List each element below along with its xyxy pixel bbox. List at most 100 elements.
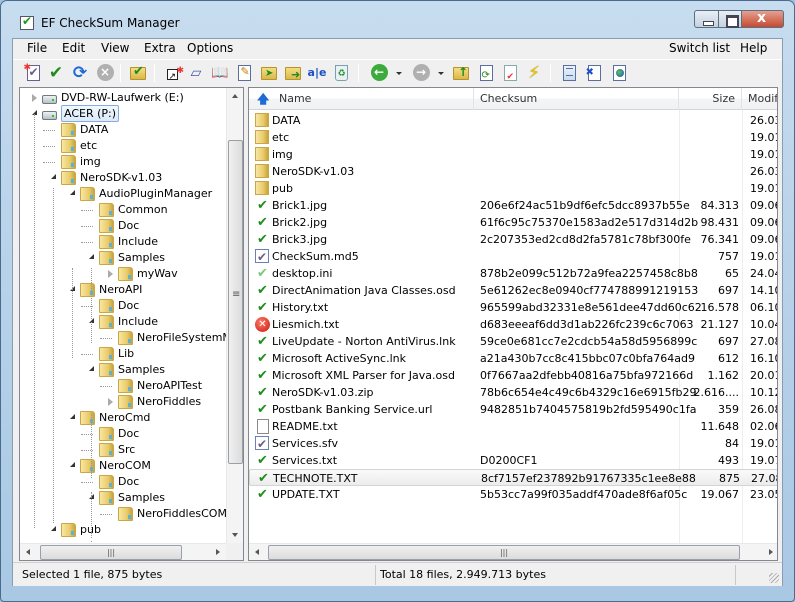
tree-horizontal-scrollbar[interactable]: ||| (20, 543, 226, 560)
file-row[interactable]: ✔CheckSum.md5 757 19.01 (249, 248, 777, 265)
expanded-triangle-icon[interactable] (51, 174, 56, 179)
file-row[interactable]: ✔Services.sfv 84 19.01 (249, 435, 777, 452)
quick-button[interactable]: ⚡ (524, 63, 544, 83)
tree-node[interactable]: Include (20, 234, 226, 250)
menu-options[interactable]: Options (186, 41, 234, 55)
file-row[interactable]: ✔ Brick1.jpg 206e6f24ac51b9df6efc5dcc8937b… (249, 197, 777, 214)
scroll-left-icon[interactable] (255, 549, 259, 555)
back-dropdown[interactable] (396, 72, 402, 75)
resize-grip-icon[interactable] (769, 573, 779, 583)
refresh-button[interactable]: ⟳ (70, 63, 90, 83)
file-row[interactable]: ✔ Microsoft ActiveSync.lnk a21a430b7cc8c41… (249, 350, 777, 367)
tree-node[interactable]: NeroAPI (20, 282, 226, 298)
collapsed-triangle-icon[interactable] (108, 270, 113, 278)
tree-node[interactable]: DVD-RW-Laufwerk (E:) (20, 90, 226, 106)
tree-vscroll-thumb[interactable] (228, 140, 243, 464)
tree-node[interactable]: NeroSDK-v1.03 (20, 170, 226, 186)
expanded-triangle-icon[interactable] (51, 526, 56, 531)
scroll-left-icon[interactable] (26, 549, 30, 555)
tree-node[interactable]: NeroCmd (20, 410, 226, 426)
file-row[interactable]: etc 19.01 (249, 129, 777, 146)
expanded-triangle-icon[interactable] (89, 254, 94, 259)
collapsed-triangle-icon[interactable] (32, 94, 37, 102)
tree-node[interactable]: Samples (20, 490, 226, 506)
maximize-button[interactable] (718, 10, 742, 28)
tree-node[interactable]: ACER (P:) (20, 105, 226, 122)
tree-node[interactable]: DATA (20, 122, 226, 138)
menu-file[interactable]: File (26, 41, 48, 55)
tree-node[interactable]: Include (20, 314, 226, 330)
tree-node[interactable]: NeroFiddlesCOM (20, 506, 227, 522)
expanded-triangle-icon[interactable] (70, 462, 75, 467)
scroll-right-icon[interactable] (769, 549, 773, 555)
file-list[interactable]: 🡅 Name Checksum Size Modif DATA 26.03 etc 1… (248, 87, 778, 561)
tree-node[interactable]: Common (20, 202, 226, 218)
menu-edit[interactable]: Edit (61, 41, 86, 55)
tree-node[interactable]: Lib (20, 346, 226, 362)
tree-node[interactable]: Samples (20, 362, 226, 378)
tree-node[interactable]: NeroFiddles (20, 394, 226, 410)
file-row[interactable]: ✔ NeroSDK-v1.03.zip 78b6c654e4c49c6b4329c1… (249, 384, 777, 401)
new-checksum-file-button[interactable]: ✔ ✱ (23, 63, 43, 83)
scroll-down-icon[interactable] (232, 533, 238, 537)
file-row[interactable]: ✔ Microsoft XML Parser for Java.osd 0f7667… (249, 367, 777, 384)
edit-button[interactable]: ✎ (234, 63, 254, 83)
file-row[interactable]: README.txt 11.648 02.06 (249, 418, 777, 435)
open-book-button[interactable]: 📖 (210, 63, 230, 83)
tree-node[interactable]: NeroFileSystemM... (20, 330, 242, 346)
forward-dropdown[interactable] (438, 72, 444, 75)
column-checksum[interactable]: Checksum (474, 88, 679, 110)
view-text-button[interactable] (559, 63, 579, 83)
column-size[interactable]: Size (679, 88, 742, 110)
expanded-triangle-icon[interactable] (89, 366, 94, 371)
file-row[interactable]: img 19.01 (249, 146, 777, 163)
menu-view[interactable]: View (100, 41, 130, 55)
file-row[interactable]: ✔ Services.txt D0200CF1 493 19.07 (249, 452, 777, 469)
file-row[interactable]: ✔ desktop.ini 878b2e099c512b72a9fea2257458… (249, 265, 777, 282)
expanded-triangle-icon[interactable] (70, 414, 75, 419)
file-row[interactable]: ✔ Brick2.jpg 61f6c95c75370e1583ad2e517d314… (249, 214, 777, 231)
scroll-right-icon[interactable] (216, 549, 220, 555)
menu-extra[interactable]: Extra (143, 41, 177, 55)
recycle-button[interactable]: ♻ (331, 63, 351, 83)
list-horizontal-scrollbar[interactable]: ||| (249, 543, 777, 560)
check-file-button[interactable]: ✔ (500, 63, 520, 83)
verify-folder-button[interactable]: ✔ (128, 63, 148, 83)
close-button[interactable] (741, 10, 784, 28)
copy-to-button[interactable]: ➤ (259, 63, 279, 83)
tree-node[interactable]: AudioPluginManager (20, 186, 226, 202)
tree-node[interactable]: myWav (20, 266, 226, 282)
move-to-button[interactable]: ➜ (283, 63, 303, 83)
tree-vertical-scrollbar[interactable] (226, 88, 243, 543)
tree-node[interactable]: Doc (20, 218, 226, 234)
tree-node[interactable]: etc (20, 138, 226, 154)
file-row[interactable]: ✔ Brick3.jpg 2c207353ed2cd8d2fa5781c78bf30… (249, 231, 777, 248)
tree-node[interactable]: pub (20, 522, 226, 538)
tree-node[interactable]: Src (20, 442, 226, 458)
file-row[interactable]: ✔ LiveUpdate - Norton AntiVirus.lnk 59ce0e… (249, 333, 777, 350)
collapsed-triangle-icon[interactable] (108, 398, 113, 406)
tree-node[interactable]: img (20, 154, 226, 170)
tree-hscroll-thumb[interactable]: ||| (40, 545, 182, 560)
file-row[interactable]: pub 19.01 (249, 180, 777, 197)
column-modified[interactable]: Modif (742, 88, 777, 110)
view-link-button[interactable]: ✖ (584, 63, 604, 83)
refresh-file-button[interactable]: ⟳ (476, 63, 496, 83)
file-row[interactable]: DATA 26.03 (249, 112, 777, 129)
file-row[interactable]: ✔ Postbank Banking Service.url 9482851b740… (249, 401, 777, 418)
folder-tree[interactable]: DVD-RW-Laufwerk (E:) ACER (P:) DATA etc img N… (19, 87, 244, 561)
tree-node[interactable]: Doc (20, 474, 226, 490)
minimize-button[interactable] (694, 10, 719, 28)
tree-node[interactable]: Doc (20, 298, 226, 314)
new-link-button[interactable]: ↗ ✱ (162, 63, 184, 83)
expanded-triangle-icon[interactable] (70, 190, 75, 195)
scroll-up-icon[interactable] (232, 94, 238, 98)
rename-button[interactable]: ▱ (186, 63, 206, 83)
up-folder-button[interactable]: ↑ (451, 63, 471, 83)
tree-node[interactable]: NeroCOM (20, 458, 226, 474)
forward-button[interactable]: → (411, 63, 431, 83)
verify-button[interactable]: ✔ (46, 63, 66, 83)
back-button[interactable]: ← (369, 63, 389, 83)
title-bar[interactable]: EF CheckSum Manager (1, 1, 794, 39)
file-row[interactable]: ✔ UPDATE.TXT 5b53cc7a99f035addf470ade8f6af… (249, 486, 777, 503)
